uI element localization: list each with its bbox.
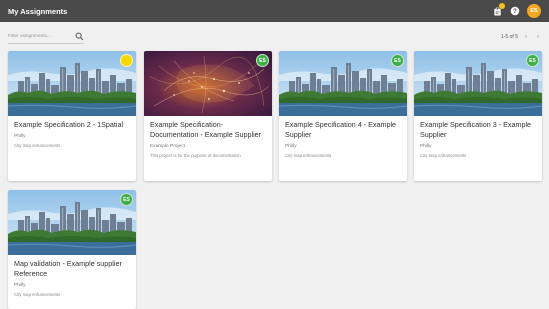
svg-text:?: ? xyxy=(513,9,517,15)
card-title: Example Specification 3 - Example Suppli… xyxy=(420,120,532,139)
card-description: This project is for the purpose of docum… xyxy=(150,153,241,158)
card-title: Example Specification 2 - 1Spatial xyxy=(14,120,124,129)
pagination-label: 1-5 of 5 xyxy=(501,34,518,40)
card-project: Philly xyxy=(420,144,432,149)
city-skyline-image xyxy=(414,51,542,116)
pagination: 1-5 of 5 ‹ › xyxy=(501,33,542,41)
prev-page-icon[interactable]: ‹ xyxy=(522,33,530,41)
next-page-icon[interactable]: › xyxy=(534,33,542,41)
assignment-card[interactable]: ES Example Specification 3 - Example Sup… xyxy=(414,51,542,181)
supplier-badge: ES xyxy=(526,54,539,67)
notification-dot xyxy=(499,3,505,9)
assignment-card[interactable]: ES Example Specification-Documentation -… xyxy=(144,51,272,181)
card-title: Example Specification 4 - Example Suppli… xyxy=(285,120,397,139)
network-map-image xyxy=(144,51,272,116)
assignment-icon[interactable] xyxy=(491,3,505,17)
card-description: City map enhancements xyxy=(14,292,61,297)
assignment-card[interactable]: ES Example Specification 4 - Example Sup… xyxy=(279,51,407,181)
user-avatar[interactable]: ES xyxy=(527,4,541,18)
card-project: Philly xyxy=(14,283,26,288)
app-header: My Assignments ? ES xyxy=(0,0,549,22)
supplier-badge: ES xyxy=(120,193,133,206)
help-icon[interactable]: ? xyxy=(509,5,521,17)
card-project: Philly xyxy=(14,134,26,139)
supplier-badge: ES xyxy=(256,54,269,67)
card-title: Example Specification-Documentation - Ex… xyxy=(150,120,262,139)
card-description: City map enhancements xyxy=(14,143,61,148)
page-title: My Assignments xyxy=(8,6,68,16)
card-project: Example Project xyxy=(150,144,185,149)
card-project: Philly xyxy=(285,144,297,149)
search-icon[interactable] xyxy=(75,32,84,41)
supplier-badge: ES xyxy=(391,54,404,67)
city-skyline-image xyxy=(8,190,136,255)
assignment-card[interactable]: ES Map validation - Example supplier Ref… xyxy=(8,190,136,309)
card-description: City map enhancements xyxy=(285,153,332,158)
supplier-badge xyxy=(120,54,133,67)
filter-bar: 1-5 of 5 ‹ › xyxy=(8,28,542,46)
city-skyline-image xyxy=(279,51,407,116)
filter-input[interactable] xyxy=(8,34,68,39)
search-box xyxy=(8,30,84,44)
assignment-card[interactable]: Example Specification 2 - 1Spatial Phill… xyxy=(8,51,136,181)
city-skyline-image xyxy=(8,51,136,116)
card-description: City map enhancements xyxy=(420,153,467,158)
card-title: Map validation - Example supplier Refere… xyxy=(14,259,122,278)
